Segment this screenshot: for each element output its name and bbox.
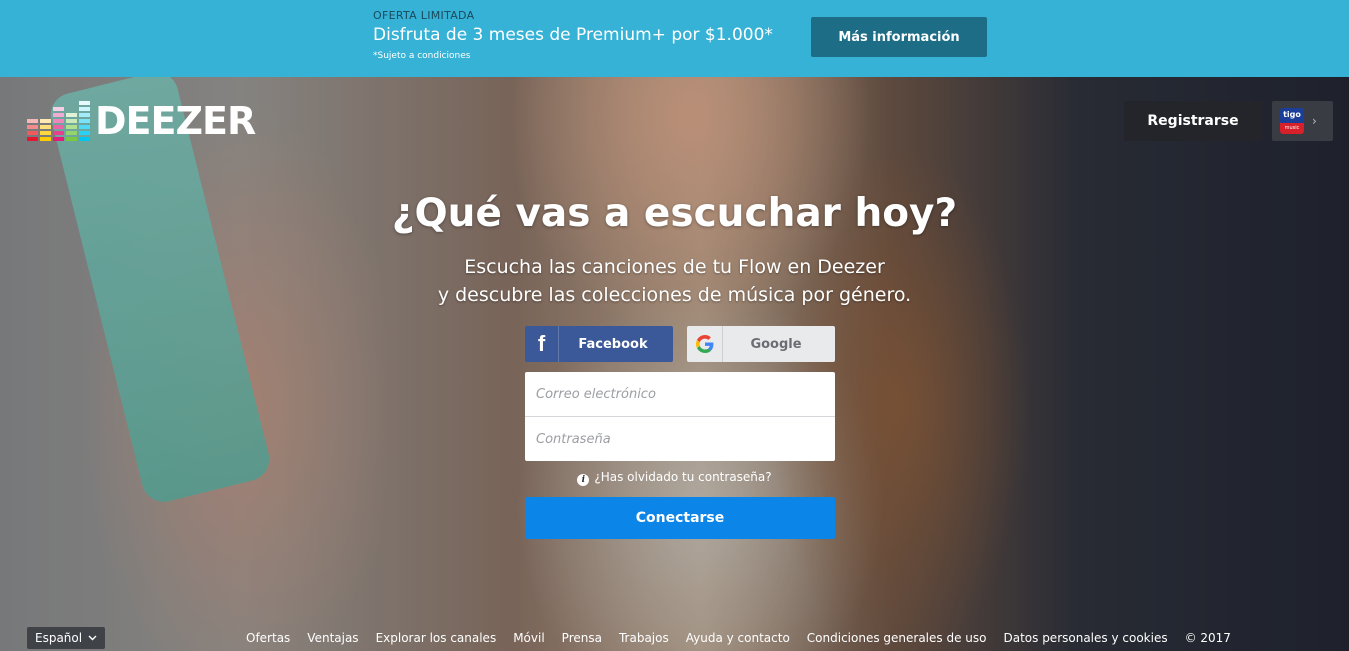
more-info-button[interactable]: Más información: [811, 17, 987, 57]
footer-link-ofertas[interactable]: Ofertas: [246, 631, 290, 645]
equalizer-bar: [79, 131, 90, 135]
chevron-down-icon: [88, 635, 97, 641]
equalizer-bar: [53, 137, 64, 141]
footer-link-condiciones[interactable]: Condiciones generales de uso: [807, 631, 987, 645]
equalizer-bar: [66, 137, 77, 141]
equalizer-bar: [66, 119, 77, 123]
equalizer-bar: [40, 125, 51, 129]
google-label: Google: [750, 336, 802, 352]
footer-link-ayuda[interactable]: Ayuda y contacto: [686, 631, 790, 645]
promo-text: OFERTA LIMITADA Disfruta de 3 meses de P…: [373, 9, 773, 61]
footer-link-explorar-canales[interactable]: Explorar los canales: [376, 631, 497, 645]
equalizer-bar: [27, 131, 38, 135]
register-button[interactable]: Registrarse: [1124, 101, 1262, 141]
promo-headline: Disfruta de 3 meses de Premium+ por $1.0…: [373, 25, 773, 45]
facebook-icon: f: [525, 326, 559, 362]
login-form: [525, 372, 835, 461]
footer-link-movil[interactable]: Móvil: [513, 631, 544, 645]
forgot-password-label: ¿Has olvidado tu contraseña?: [594, 470, 772, 484]
equalizer-column: [27, 119, 38, 141]
equalizer-bar: [79, 107, 90, 111]
password-field[interactable]: [525, 417, 835, 461]
footer-link-ventajas[interactable]: Ventajas: [307, 631, 358, 645]
facebook-label: Facebook: [578, 336, 648, 352]
equalizer-bar: [53, 131, 64, 135]
copyright: © 2017: [1184, 631, 1231, 645]
partner-badge-top: tigo: [1283, 110, 1301, 119]
google-icon: [687, 326, 723, 362]
footer-link-datos-personales[interactable]: Datos personales y cookies: [1003, 631, 1167, 645]
promo-banner: OFERTA LIMITADA Disfruta de 3 meses de P…: [0, 0, 1349, 77]
equalizer-column: [53, 107, 64, 141]
language-label: Español: [35, 631, 83, 645]
language-selector[interactable]: Español: [27, 627, 106, 649]
equalizer-bar: [79, 125, 90, 129]
logo-wordmark: DEEZER: [95, 99, 256, 143]
equalizer-bar: [79, 101, 90, 105]
footer-links: Ofertas Ventajas Explorar los canales Mó…: [246, 631, 1231, 645]
hero-background: [0, 77, 1349, 651]
equalizer-column: [40, 119, 51, 141]
promo-note: *Sujeto a condiciones: [373, 51, 471, 61]
google-login-button[interactable]: Google: [687, 326, 835, 362]
equalizer-bar: [66, 125, 77, 129]
equalizer-bar: [79, 137, 90, 141]
tigo-music-logo: tigo music: [1280, 108, 1304, 134]
equalizer-bar: [53, 125, 64, 129]
equalizer-bar: [27, 137, 38, 141]
footer-link-trabajos[interactable]: Trabajos: [619, 631, 669, 645]
deezer-logo[interactable]: DEEZER: [27, 99, 256, 143]
equalizer-bar: [53, 119, 64, 123]
facebook-login-button[interactable]: f Facebook: [525, 326, 673, 362]
equalizer-bar: [66, 113, 77, 117]
equalizer-bar: [40, 119, 51, 123]
login-button[interactable]: Conectarse: [525, 497, 835, 539]
footer-link-prensa[interactable]: Prensa: [562, 631, 602, 645]
promo-kicker: OFERTA LIMITADA: [373, 9, 475, 22]
email-field[interactable]: [525, 372, 835, 416]
equalizer-bar: [53, 113, 64, 117]
subtitle-line-1: Escucha las canciones de tu Flow en Deez…: [464, 256, 885, 278]
equalizer-bar: [79, 113, 90, 117]
equalizer-bar: [66, 131, 77, 135]
equalizer-bar: [79, 119, 90, 123]
chevron-right-icon: ›: [1312, 114, 1317, 128]
equalizer-bar: [53, 107, 64, 111]
partner-tigo-music-button[interactable]: tigo music ›: [1272, 101, 1333, 141]
info-icon: i: [577, 474, 590, 486]
hero-shade: [0, 77, 1349, 651]
page-title: ¿Qué vas a escuchar hoy?: [391, 191, 958, 236]
equalizer-bar: [27, 125, 38, 129]
forgot-password-link[interactable]: i ¿Has olvidado tu contraseña?: [0, 470, 1349, 486]
equalizer-bar: [27, 119, 38, 123]
equalizer-bar: [40, 131, 51, 135]
equalizer-column: [79, 101, 90, 141]
equalizer-bar: [40, 137, 51, 141]
subtitle-line-2: y descubre las colecciones de música por…: [437, 284, 912, 306]
deezer-equalizer-icon: [27, 101, 90, 141]
equalizer-column: [66, 113, 77, 141]
partner-badge-bottom: music: [1280, 123, 1304, 134]
